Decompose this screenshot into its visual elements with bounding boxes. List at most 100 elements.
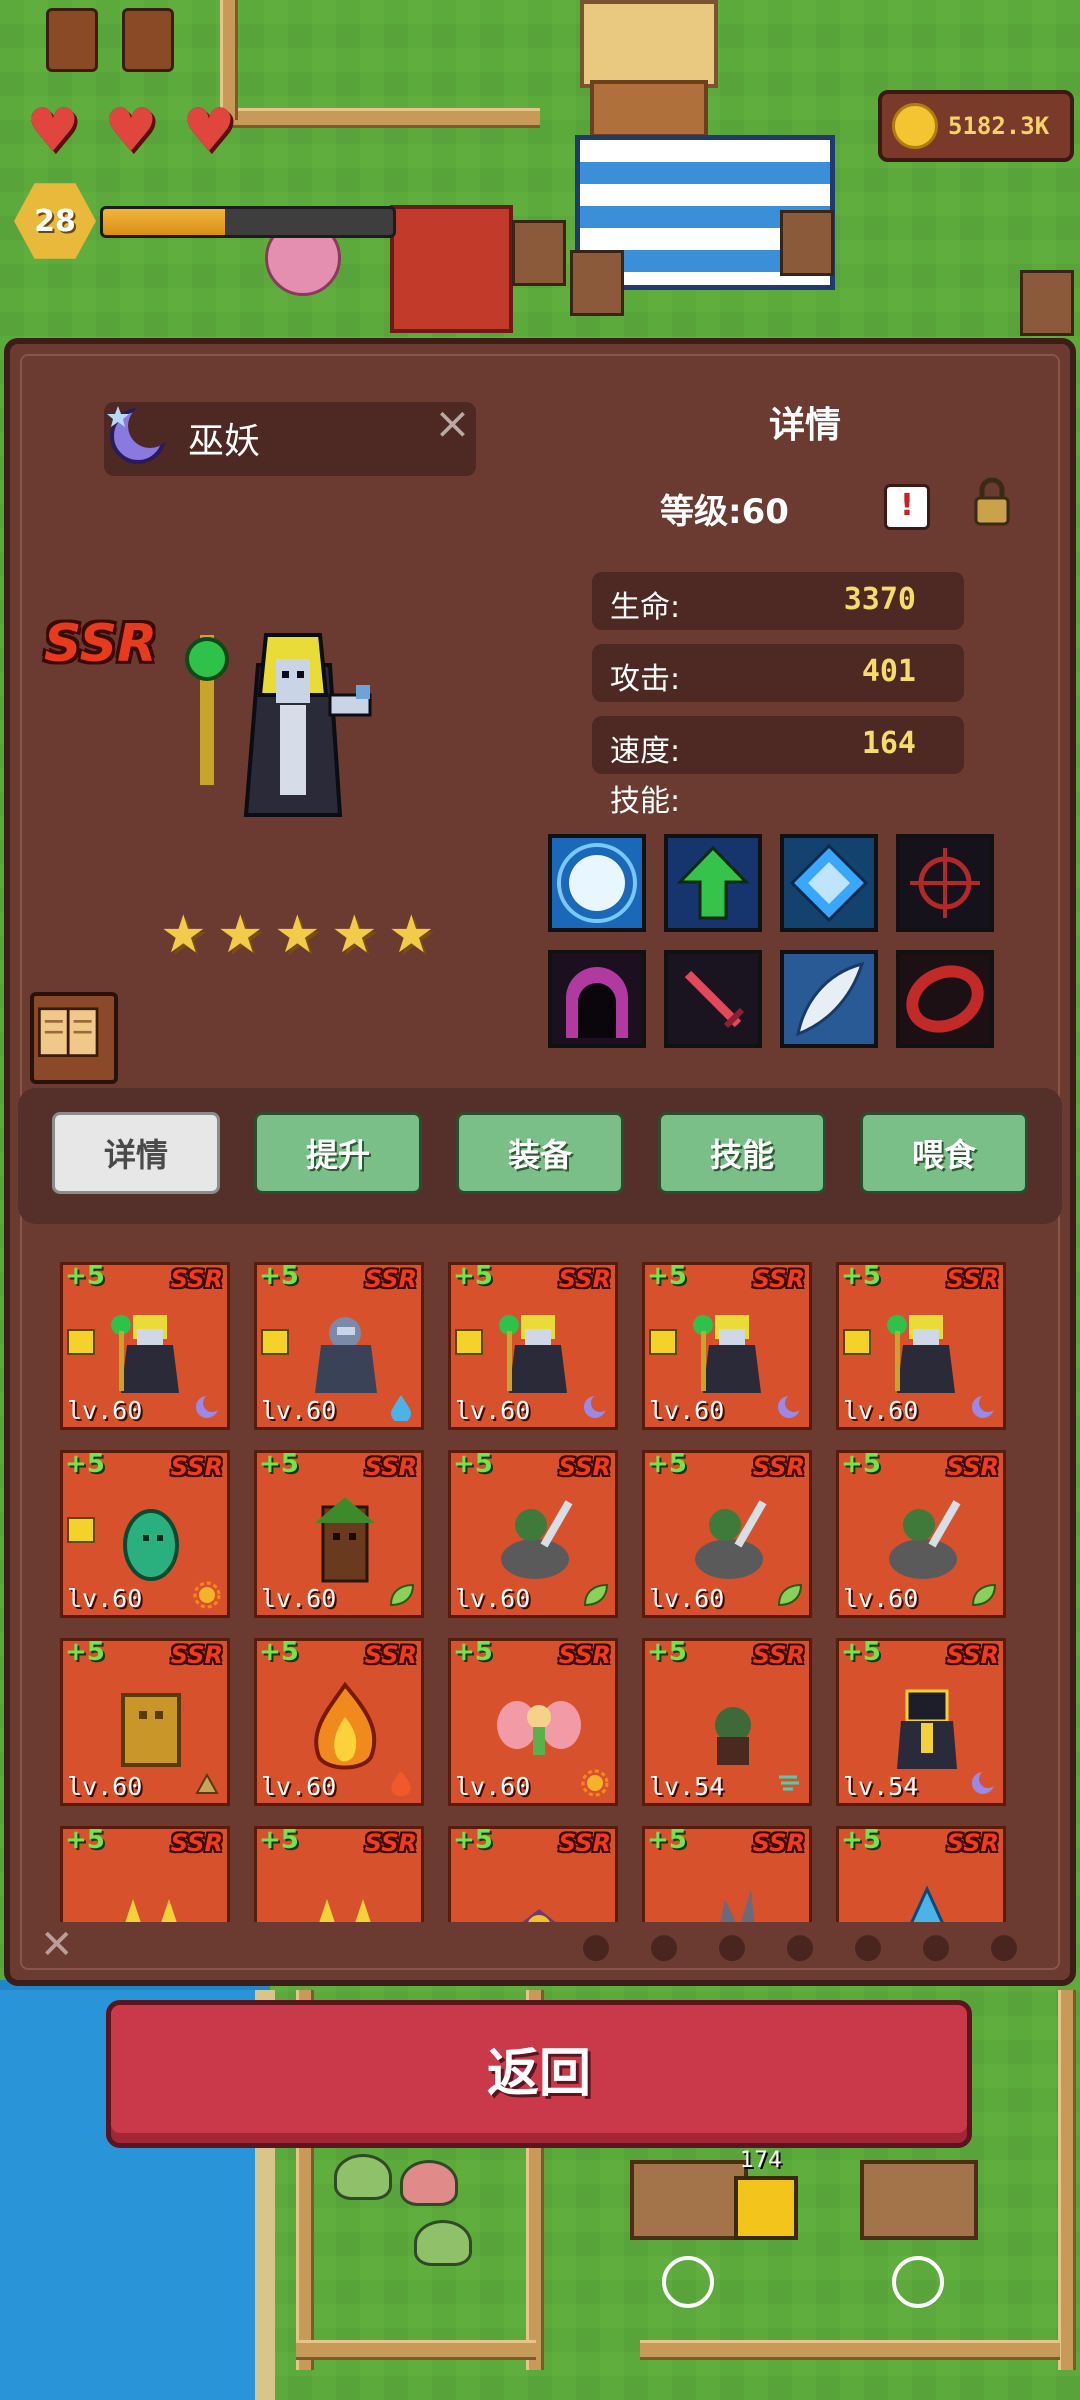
unit-card[interactable]: +5 SSR [60, 1825, 230, 1922]
unit-card[interactable]: +5 SSR lv.60 [60, 1262, 230, 1430]
lich-sprite [685, 1305, 775, 1395]
xp-bar [100, 206, 396, 238]
enhance-level: +5 [647, 1637, 687, 1667]
lock-icon[interactable] [972, 476, 1012, 526]
unit-card[interactable]: +5 SSR lv.60 [448, 1449, 618, 1618]
stat-value: 401 [861, 654, 916, 689]
unit-card[interactable]: +5 SSR [836, 1825, 1006, 1922]
rarity-badge: SSR [558, 1641, 611, 1669]
slot-circle[interactable] [662, 2256, 714, 2308]
stat-hp: 生命: 3370 [592, 572, 964, 630]
unit-card[interactable]: +5 SSR lv.54 [836, 1637, 1006, 1806]
market-stall [570, 250, 624, 316]
up-arrow-icon[interactable] [664, 834, 762, 932]
unit-card[interactable]: +5 SSR lv.60 [60, 1637, 230, 1806]
star-icon: ★ [331, 905, 378, 965]
flag-icon [843, 1329, 871, 1355]
dark-knight-sprite [879, 1681, 969, 1771]
red-ring-icon[interactable] [896, 950, 994, 1048]
unit-card[interactable]: +5 SSR lv.60 [60, 1449, 230, 1618]
unit-level: lv.54 [649, 1772, 725, 1801]
unit-card[interactable]: +5 SSR lv.60 [836, 1449, 1006, 1618]
rarity-badge: SSR [364, 1641, 417, 1669]
tab-1[interactable]: 提升 [254, 1112, 422, 1194]
dark-portal-icon[interactable] [548, 950, 646, 1048]
unit-card[interactable]: +5 SSR lv.60 [254, 1262, 424, 1430]
enhance-level: +5 [259, 1262, 299, 1291]
fairy-sprite [491, 1681, 581, 1771]
return-button[interactable]: 返回 [106, 2000, 972, 2148]
moon-element-icon [969, 1769, 997, 1797]
unit-card[interactable]: +5 SSR lv.60 [448, 1637, 618, 1806]
unit-card[interactable]: +5 SSR [254, 1825, 424, 1922]
red-ring-icon-graphic [906, 965, 984, 1033]
water-filter-icon[interactable]: ● [714, 1928, 750, 1964]
stat-speed: 速度: 164 [592, 716, 964, 774]
close-icon[interactable]: × [434, 400, 471, 448]
unit-level: lv.60 [843, 1584, 919, 1613]
fire-filter-icon[interactable]: ● [578, 1928, 614, 1964]
unit-card[interactable]: +5 SSR lv.60 [254, 1449, 424, 1618]
enhance-level: +5 [259, 1449, 299, 1479]
rarity-badge: SSR [558, 1265, 611, 1293]
alert-icon[interactable]: ! [884, 484, 930, 530]
slot-circle[interactable] [892, 2256, 944, 2308]
tab-2[interactable]: 装备 [456, 1112, 624, 1194]
dark-portal-icon-graphic [566, 967, 628, 1038]
gold-counter[interactable]: 5182.3K [878, 90, 1074, 162]
unit-card[interactable]: +5 SSR [642, 1825, 812, 1922]
close-icon[interactable]: ✕ [40, 1922, 74, 1968]
moon-element-icon [775, 1393, 803, 1421]
rarity-badge: SSR [170, 1829, 223, 1857]
unit-card[interactable]: +5 SSR lv.60 [836, 1262, 1006, 1430]
horned-sprite [297, 1869, 387, 1922]
enhance-level: +5 [453, 1449, 493, 1479]
rarity-badge: SSR [946, 1265, 999, 1293]
heart-icon: ♥ [182, 96, 236, 166]
unit-card[interactable]: +5 SSR lv.60 [642, 1262, 812, 1430]
earth-filter-icon[interactable]: ● [646, 1928, 682, 1964]
enhance-level: +5 [841, 1825, 881, 1855]
moon-filter-icon[interactable]: ● [986, 1928, 1022, 1964]
enhance-level: +5 [841, 1449, 881, 1479]
tab-0[interactable]: 详情 [52, 1112, 220, 1194]
feather-icon[interactable] [780, 950, 878, 1048]
wind-element-icon [775, 1769, 803, 1797]
unit-card[interactable]: +5 SSR lv.54 [642, 1637, 812, 1806]
book-icon[interactable] [30, 992, 118, 1084]
enhance-level: +5 [453, 1262, 493, 1291]
moon-element-icon [969, 1393, 997, 1421]
sword-icon[interactable] [664, 950, 762, 1048]
slime [334, 2154, 392, 2200]
stat-value: 164 [861, 726, 916, 761]
unit-level: lv.60 [455, 1396, 531, 1425]
unit-card[interactable]: +5 SSR lv.60 [642, 1449, 812, 1618]
moon-element-icon [107, 404, 170, 464]
rarity-badge: SSR [946, 1453, 999, 1481]
unit-card[interactable]: +5 SSR [448, 1825, 618, 1922]
wind-filter-icon[interactable]: ● [782, 1928, 818, 1964]
unit-card[interactable]: +5 SSR lv.60 [448, 1262, 618, 1430]
light-burst-icon[interactable] [548, 834, 646, 932]
lich-sprite [103, 1305, 193, 1395]
sun-filter-icon[interactable]: ● [918, 1928, 954, 1964]
enhance-level: +5 [65, 1825, 105, 1855]
enhance-level: +5 [453, 1825, 493, 1855]
flame-filter-icon[interactable]: ● [850, 1928, 886, 1964]
tab-4[interactable]: 喂食 [860, 1112, 1028, 1194]
crosshair-icon[interactable] [896, 834, 994, 932]
sun-element-icon [581, 1769, 609, 1797]
stat-label: 生命: [610, 590, 681, 625]
trophy-icon[interactable] [734, 2176, 798, 2240]
rarity-badge: SSR [364, 1829, 417, 1857]
unit-level: 等级:60 [660, 492, 789, 532]
unit-card[interactable]: +5 SSR lv.60 [254, 1637, 424, 1806]
rarity-badge: SSR [752, 1641, 805, 1669]
star-icon: ★ [388, 905, 435, 965]
star-icon: ★ [274, 905, 321, 965]
flag-icon [649, 1329, 677, 1355]
light-burst-icon-graphic [557, 843, 637, 923]
diamond-icon[interactable] [780, 834, 878, 932]
enhance-level: +5 [647, 1449, 687, 1479]
tab-3[interactable]: 技能 [658, 1112, 826, 1194]
